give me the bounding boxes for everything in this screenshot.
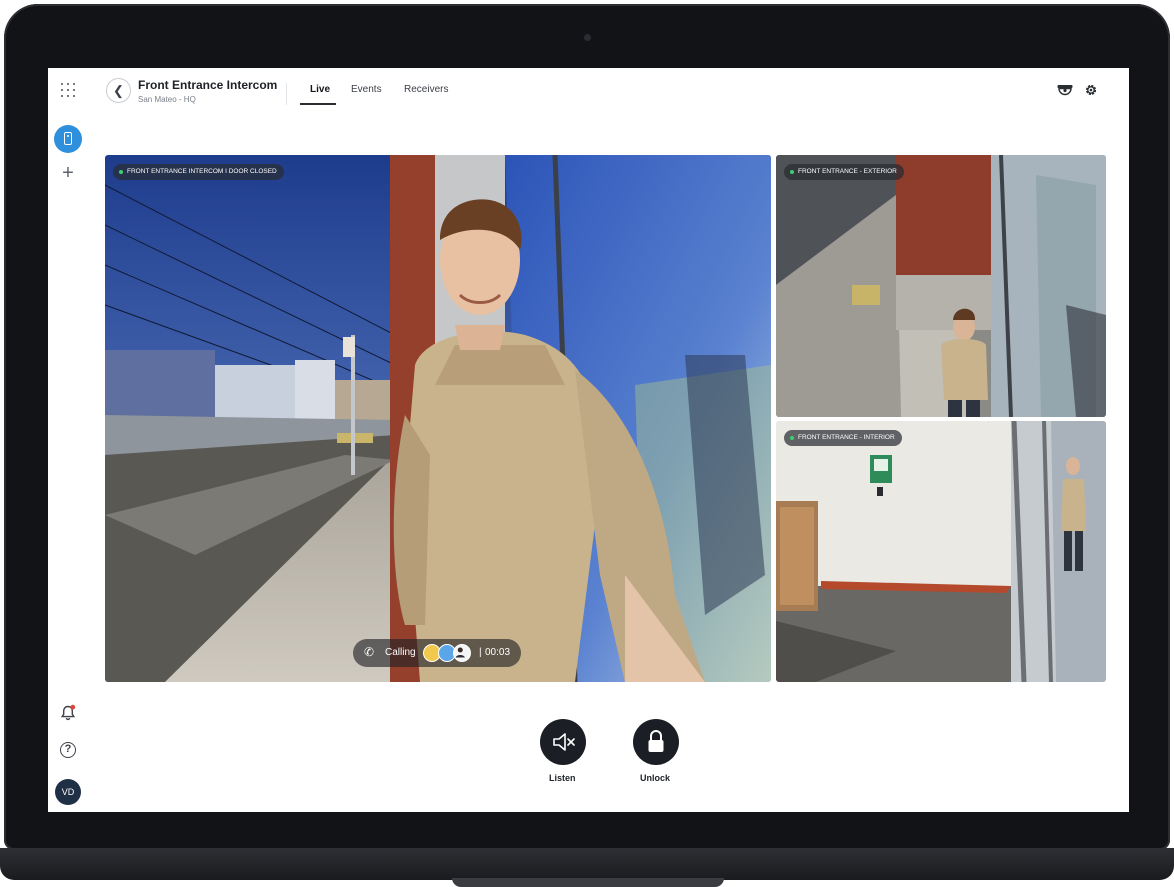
back-button[interactable]: ❮ (106, 78, 131, 103)
bell-icon[interactable] (60, 704, 76, 722)
user-avatar[interactable]: VD (55, 779, 81, 805)
phone-ringing-icon: ✆ (364, 645, 375, 659)
interior-feed-image (776, 421, 1106, 682)
tab-live[interactable]: Live (310, 84, 330, 95)
tab-events[interactable]: Events (351, 84, 382, 95)
exterior-feed-image (776, 155, 1106, 417)
lock-icon (648, 730, 664, 752)
chevron-left-icon: ❮ (113, 83, 124, 98)
listen-label: Listen (549, 773, 576, 783)
receiver-avatar (453, 644, 471, 662)
location-subtitle: San Mateo - HQ (138, 95, 196, 104)
call-status-pill: ✆ Calling | 00:03 (353, 639, 521, 667)
plus-icon[interactable]: + (59, 163, 77, 183)
laptop-notch (452, 878, 724, 887)
call-timer: 00:03 (485, 647, 511, 658)
interior-feed-label: FRONT ENTRANCE - INTERIOR (784, 430, 902, 446)
page-title: Front Entrance Intercom (138, 78, 278, 92)
speaker-muted-icon (553, 733, 575, 751)
unlock-button[interactable] (633, 719, 679, 765)
intercom-device-icon (64, 132, 72, 145)
call-status-text: Calling (385, 647, 416, 658)
tab-receivers[interactable]: Receivers (404, 84, 448, 95)
intercom-device-button[interactable] (54, 125, 82, 153)
header-divider (286, 83, 287, 105)
exterior-video-feed[interactable]: FRONT ENTRANCE - EXTERIOR (776, 155, 1106, 417)
help-icon[interactable]: ? (60, 742, 76, 758)
webcam (584, 34, 591, 41)
listen-button[interactable] (540, 719, 586, 765)
call-separator: | (479, 647, 482, 658)
active-tab-indicator (300, 103, 336, 105)
apps-grid-icon[interactable] (61, 83, 75, 97)
main-feed-image (105, 155, 771, 682)
main-feed-label: FRONT ENTRANCE INTERCOM I DOOR CLOSED (113, 164, 284, 180)
main-video-feed[interactable]: FRONT ENTRANCE INTERCOM I DOOR CLOSED ✆ … (105, 155, 771, 682)
app-window: + ? VD ❮ Front Entrance Intercom San Mat… (48, 68, 1129, 812)
dome-camera-icon[interactable] (1057, 84, 1073, 96)
unlock-label: Unlock (640, 773, 671, 783)
exterior-feed-label: FRONT ENTRANCE - EXTERIOR (784, 164, 904, 180)
laptop-frame: + ? VD ❮ Front Entrance Intercom San Mat… (0, 0, 1174, 887)
gear-icon[interactable] (1084, 83, 1098, 97)
laptop-base (0, 848, 1174, 880)
sidebar: + ? VD (48, 68, 88, 812)
interior-video-feed[interactable]: FRONT ENTRANCE - INTERIOR (776, 421, 1106, 682)
